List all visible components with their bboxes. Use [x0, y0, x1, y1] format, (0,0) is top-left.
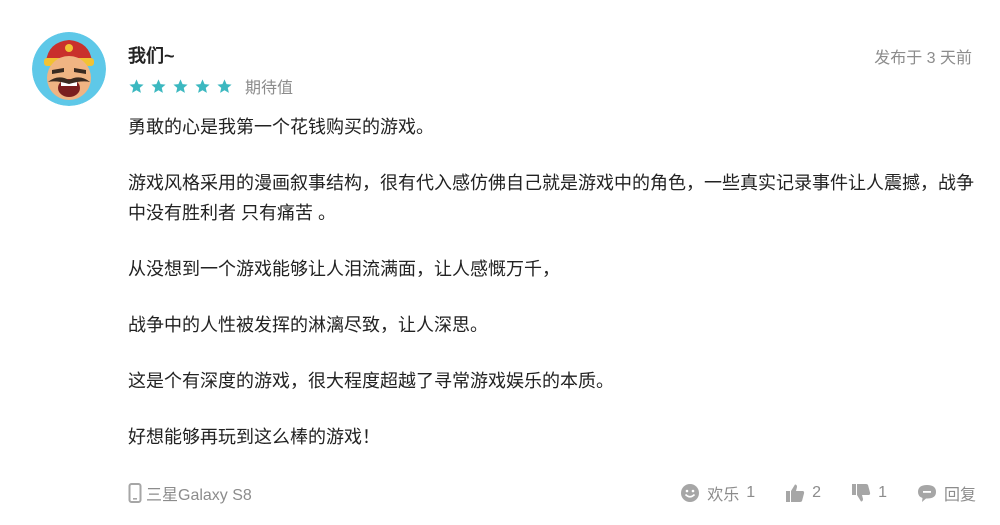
- fun-label: 欢乐: [707, 487, 740, 504]
- dislike-button[interactable]: 1: [851, 483, 887, 503]
- review-author[interactable]: 我们~: [128, 42, 175, 68]
- review-timestamp: 发布于 3 天前: [874, 50, 972, 67]
- review-paragraph: 游戏风格采用的漫画叙事结构，很有代入感仿佛自己就是游戏中的角色，一些真实记录事件…: [128, 173, 974, 223]
- thumbs-up-icon: [786, 484, 805, 502]
- phone-icon: [128, 483, 142, 503]
- star-icon: [151, 78, 166, 93]
- like-button[interactable]: 2: [785, 483, 821, 503]
- reply-label: 回复: [943, 487, 976, 504]
- reply-button[interactable]: 回复: [917, 481, 976, 505]
- review-actions: 欢乐 1 2 1 回复: [680, 481, 976, 505]
- smiley-icon: [681, 484, 700, 502]
- rating-row: 期待值: [128, 74, 293, 98]
- star-icon: [173, 78, 188, 93]
- thumbs-down-icon: [852, 484, 871, 502]
- speech-bubble-icon: [917, 485, 936, 502]
- star-icon: [195, 78, 210, 93]
- review-paragraph: 好想能够再玩到这么棒的游戏！: [128, 427, 380, 447]
- device-name: 三星Galaxy S8: [146, 487, 252, 504]
- review-paragraph: 从没想到一个游戏能够让人泪流满面，让人感慨万千，: [128, 259, 560, 279]
- star-icon: [129, 78, 144, 93]
- star-rating: [128, 78, 233, 95]
- review-footer: 三星Galaxy S8 欢乐 1 2 1 回复: [128, 479, 976, 507]
- review-paragraph: 战争中的人性被发挥的淋漓尽致，让人深思。: [128, 315, 488, 335]
- fun-count: 1: [746, 484, 756, 501]
- dislike-count: 1: [878, 484, 887, 501]
- avatar[interactable]: [32, 32, 106, 106]
- fun-button[interactable]: 欢乐 1: [680, 481, 755, 505]
- review-paragraph: 勇敢的心是我第一个花钱购买的游戏。: [128, 117, 434, 137]
- rating-label: 期待值: [245, 80, 294, 97]
- review-paragraph: 这是个有深度的游戏，很大程度超越了寻常游戏娱乐的本质。: [128, 371, 614, 391]
- like-count: 2: [812, 484, 822, 501]
- device-info: 三星Galaxy S8: [128, 481, 252, 505]
- review-body: 勇敢的心是我第一个花钱购买的游戏。 游戏风格采用的漫画叙事结构，很有代入感仿佛自…: [128, 112, 978, 478]
- star-icon: [217, 78, 232, 93]
